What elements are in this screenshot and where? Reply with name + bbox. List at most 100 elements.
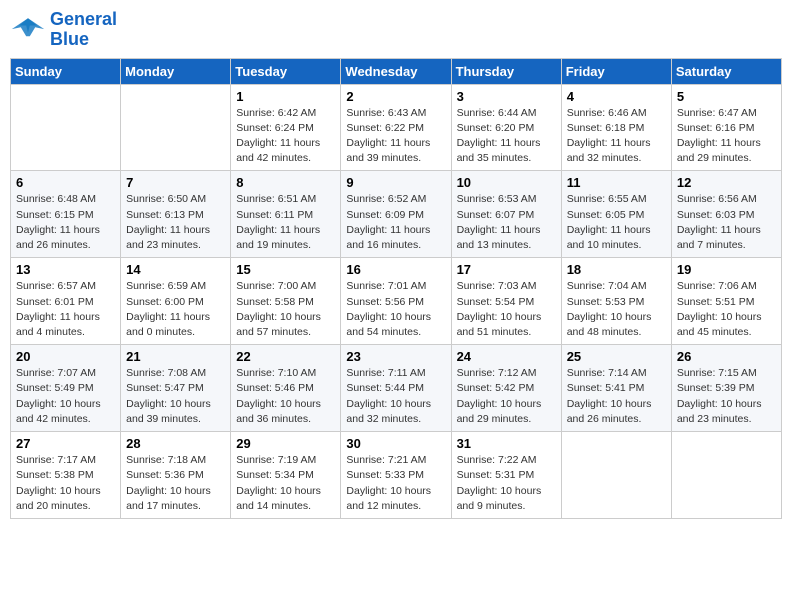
day-number: 26 — [677, 349, 776, 364]
day-info: Sunrise: 7:08 AMSunset: 5:47 PMDaylight:… — [126, 366, 225, 427]
day-number: 10 — [457, 175, 556, 190]
day-number: 25 — [567, 349, 666, 364]
day-info: Sunrise: 6:50 AMSunset: 6:13 PMDaylight:… — [126, 192, 225, 253]
day-number: 18 — [567, 262, 666, 277]
calendar-day-cell: 12Sunrise: 6:56 AMSunset: 6:03 PMDayligh… — [671, 171, 781, 258]
day-number: 21 — [126, 349, 225, 364]
calendar-day-cell: 2 Sunrise: 6:43 AMSunset: 6:22 PMDaylight… — [341, 84, 451, 171]
day-number: 27 — [16, 436, 115, 451]
day-info: Sunrise: 6:42 AMSunset: 6:24 PMDaylight:… — [236, 106, 335, 167]
day-info: Sunrise: 6:53 AMSunset: 6:07 PMDaylight:… — [457, 192, 556, 253]
day-number: 8 — [236, 175, 335, 190]
day-of-week-header: Tuesday — [231, 58, 341, 84]
calendar-day-cell: 27 Sunrise: 7:17 AMSunset: 5:38 PMDayligh… — [11, 432, 121, 519]
day-number: 13 — [16, 262, 115, 277]
calendar-day-cell: 30Sunrise: 7:21 AMSunset: 5:33 PMDayligh… — [341, 432, 451, 519]
day-info: Sunrise: 7:04 AMSunset: 5:53 PMDaylight:… — [567, 279, 666, 340]
calendar-week-row: 6 Sunrise: 6:48 AMSunset: 6:15 PMDaylight… — [11, 171, 782, 258]
day-info: Sunrise: 7:07 AMSunset: 5:49 PMDaylight:… — [16, 366, 115, 427]
day-number: 22 — [236, 349, 335, 364]
calendar-week-row: 20Sunrise: 7:07 AMSunset: 5:49 PMDayligh… — [11, 345, 782, 432]
day-number: 12 — [677, 175, 776, 190]
day-of-week-header: Friday — [561, 58, 671, 84]
calendar-day-cell: 19 Sunrise: 7:06 AMSunset: 5:51 PMDayligh… — [671, 258, 781, 345]
day-number: 19 — [677, 262, 776, 277]
day-number: 4 — [567, 89, 666, 104]
calendar-day-cell: 18 Sunrise: 7:04 AMSunset: 5:53 PMDayligh… — [561, 258, 671, 345]
calendar-day-cell: 1 Sunrise: 6:42 AMSunset: 6:24 PMDaylight… — [231, 84, 341, 171]
calendar-day-cell: 15 Sunrise: 7:00 AMSunset: 5:58 PMDayligh… — [231, 258, 341, 345]
calendar-day-cell: 21 Sunrise: 7:08 AMSunset: 5:47 PMDayligh… — [121, 345, 231, 432]
day-of-week-header: Saturday — [671, 58, 781, 84]
calendar-day-cell: 11Sunrise: 6:55 AMSunset: 6:05 PMDayligh… — [561, 171, 671, 258]
calendar-day-cell — [671, 432, 781, 519]
day-number: 17 — [457, 262, 556, 277]
calendar-day-cell: 16 Sunrise: 7:01 AMSunset: 5:56 PMDayligh… — [341, 258, 451, 345]
day-number: 23 — [346, 349, 445, 364]
logo-line2: Blue — [50, 30, 117, 50]
day-number: 16 — [346, 262, 445, 277]
logo-icon — [10, 16, 46, 44]
day-number: 28 — [126, 436, 225, 451]
day-info: Sunrise: 7:01 AMSunset: 5:56 PMDaylight:… — [346, 279, 445, 340]
day-number: 1 — [236, 89, 335, 104]
day-of-week-header: Wednesday — [341, 58, 451, 84]
calendar-day-cell — [121, 84, 231, 171]
calendar-day-cell: 20Sunrise: 7:07 AMSunset: 5:49 PMDayligh… — [11, 345, 121, 432]
day-info: Sunrise: 6:47 AMSunset: 6:16 PMDaylight:… — [677, 106, 776, 167]
calendar-day-cell — [561, 432, 671, 519]
day-number: 7 — [126, 175, 225, 190]
calendar-day-cell: 29 Sunrise: 7:19 AMSunset: 5:34 PMDayligh… — [231, 432, 341, 519]
day-number: 14 — [126, 262, 225, 277]
day-number: 30 — [346, 436, 445, 451]
calendar-day-cell: 9 Sunrise: 6:52 AMSunset: 6:09 PMDaylight… — [341, 171, 451, 258]
calendar-day-cell: 7 Sunrise: 6:50 AMSunset: 6:13 PMDaylight… — [121, 171, 231, 258]
day-info: Sunrise: 7:14 AMSunset: 5:41 PMDaylight:… — [567, 366, 666, 427]
calendar-day-cell: 6 Sunrise: 6:48 AMSunset: 6:15 PMDaylight… — [11, 171, 121, 258]
day-number: 9 — [346, 175, 445, 190]
logo-line1: General — [50, 10, 117, 30]
calendar-week-row: 13 Sunrise: 6:57 AMSunset: 6:01 PMDayligh… — [11, 258, 782, 345]
day-info: Sunrise: 6:57 AMSunset: 6:01 PMDaylight:… — [16, 279, 115, 340]
day-info: Sunrise: 6:43 AMSunset: 6:22 PMDaylight:… — [346, 106, 445, 167]
calendar-day-cell: 28Sunrise: 7:18 AMSunset: 5:36 PMDayligh… — [121, 432, 231, 519]
calendar-day-cell: 10 Sunrise: 6:53 AMSunset: 6:07 PMDayligh… — [451, 171, 561, 258]
day-info: Sunrise: 7:15 AMSunset: 5:39 PMDaylight:… — [677, 366, 776, 427]
calendar-week-row: 27 Sunrise: 7:17 AMSunset: 5:38 PMDayligh… — [11, 432, 782, 519]
day-number: 6 — [16, 175, 115, 190]
day-number: 2 — [346, 89, 445, 104]
day-info: Sunrise: 7:10 AMSunset: 5:46 PMDaylight:… — [236, 366, 335, 427]
calendar-header-row: SundayMondayTuesdayWednesdayThursdayFrid… — [11, 58, 782, 84]
day-of-week-header: Sunday — [11, 58, 121, 84]
calendar-week-row: 1 Sunrise: 6:42 AMSunset: 6:24 PMDaylight… — [11, 84, 782, 171]
day-of-week-header: Thursday — [451, 58, 561, 84]
day-info: Sunrise: 7:06 AMSunset: 5:51 PMDaylight:… — [677, 279, 776, 340]
day-info: Sunrise: 6:48 AMSunset: 6:15 PMDaylight:… — [16, 192, 115, 253]
day-info: Sunrise: 6:52 AMSunset: 6:09 PMDaylight:… — [346, 192, 445, 253]
calendar-table: SundayMondayTuesdayWednesdayThursdayFrid… — [10, 58, 782, 519]
calendar-day-cell: 25 Sunrise: 7:14 AMSunset: 5:41 PMDayligh… — [561, 345, 671, 432]
calendar-day-cell: 13 Sunrise: 6:57 AMSunset: 6:01 PMDayligh… — [11, 258, 121, 345]
day-info: Sunrise: 7:03 AMSunset: 5:54 PMDaylight:… — [457, 279, 556, 340]
day-info: Sunrise: 6:51 AMSunset: 6:11 PMDaylight:… — [236, 192, 335, 253]
day-number: 15 — [236, 262, 335, 277]
calendar-day-cell: 22 Sunrise: 7:10 AMSunset: 5:46 PMDayligh… — [231, 345, 341, 432]
calendar-day-cell: 23 Sunrise: 7:11 AMSunset: 5:44 PMDayligh… — [341, 345, 451, 432]
day-info: Sunrise: 7:17 AMSunset: 5:38 PMDaylight:… — [16, 453, 115, 514]
day-info: Sunrise: 6:59 AMSunset: 6:00 PMDaylight:… — [126, 279, 225, 340]
calendar-day-cell: 26 Sunrise: 7:15 AMSunset: 5:39 PMDayligh… — [671, 345, 781, 432]
day-info: Sunrise: 7:00 AMSunset: 5:58 PMDaylight:… — [236, 279, 335, 340]
day-info: Sunrise: 6:55 AMSunset: 6:05 PMDaylight:… — [567, 192, 666, 253]
day-info: Sunrise: 7:11 AMSunset: 5:44 PMDaylight:… — [346, 366, 445, 427]
day-number: 29 — [236, 436, 335, 451]
day-info: Sunrise: 7:22 AMSunset: 5:31 PMDaylight:… — [457, 453, 556, 514]
day-info: Sunrise: 7:12 AMSunset: 5:42 PMDaylight:… — [457, 366, 556, 427]
calendar-day-cell: 5Sunrise: 6:47 AMSunset: 6:16 PMDaylight… — [671, 84, 781, 171]
calendar-day-cell: 24Sunrise: 7:12 AMSunset: 5:42 PMDayligh… — [451, 345, 561, 432]
calendar-day-cell: 4Sunrise: 6:46 AMSunset: 6:18 PMDaylight… — [561, 84, 671, 171]
calendar-day-cell: 8 Sunrise: 6:51 AMSunset: 6:11 PMDaylight… — [231, 171, 341, 258]
day-number: 3 — [457, 89, 556, 104]
calendar-day-cell: 14 Sunrise: 6:59 AMSunset: 6:00 PMDayligh… — [121, 258, 231, 345]
calendar-day-cell: 17 Sunrise: 7:03 AMSunset: 5:54 PMDayligh… — [451, 258, 561, 345]
day-info: Sunrise: 7:19 AMSunset: 5:34 PMDaylight:… — [236, 453, 335, 514]
